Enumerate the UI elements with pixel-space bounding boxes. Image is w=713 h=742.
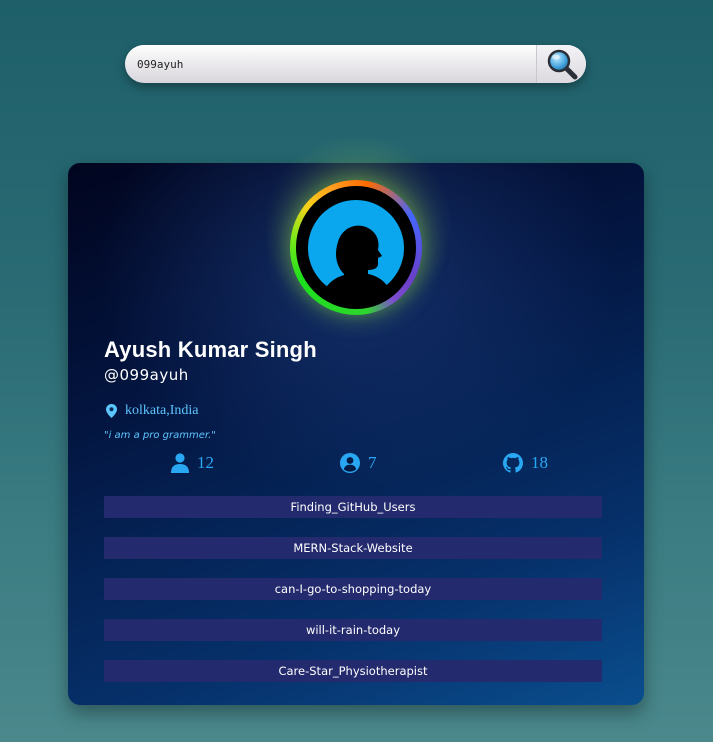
user-handle: @099ayuh bbox=[104, 366, 189, 384]
repo-item[interactable]: MERN-Stack-Website bbox=[104, 537, 602, 559]
location-text: kolkata,India bbox=[125, 403, 199, 418]
repo-item[interactable]: will-it-rain-today bbox=[104, 619, 602, 641]
search-input[interactable] bbox=[125, 45, 535, 83]
followers-count: 12 bbox=[197, 453, 214, 472]
search-bar bbox=[125, 45, 586, 83]
github-icon bbox=[503, 453, 523, 473]
profile-card: Ayush Kumar Singh @099ayuh kolkata,India… bbox=[68, 133, 644, 705]
repos-stat: 18 bbox=[503, 453, 548, 473]
map-pin-icon bbox=[106, 404, 117, 418]
avatar bbox=[290, 180, 422, 315]
user-circle-icon bbox=[340, 453, 360, 473]
followers-stat: 12 bbox=[171, 453, 214, 473]
repo-list: Finding_GitHub_Users MERN-Stack-Website … bbox=[104, 496, 602, 701]
location: kolkata,India bbox=[106, 403, 198, 419]
search-button[interactable] bbox=[536, 45, 586, 83]
repo-item[interactable]: can-I-go-to-shopping-today bbox=[104, 578, 602, 600]
following-stat: 7 bbox=[340, 453, 377, 473]
user-name: Ayush Kumar Singh bbox=[104, 337, 317, 362]
user-bio: "i am a pro grammer." bbox=[104, 430, 216, 441]
person-silhouette-icon bbox=[308, 199, 404, 296]
user-icon bbox=[171, 453, 189, 473]
avatar-image bbox=[296, 186, 416, 309]
following-count: 7 bbox=[368, 453, 377, 472]
search-icon bbox=[547, 49, 577, 80]
repo-item[interactable]: Finding_GitHub_Users bbox=[104, 496, 602, 518]
repos-count: 18 bbox=[531, 453, 548, 472]
repo-item[interactable]: Care-Star_Physiotherapist bbox=[104, 660, 602, 682]
